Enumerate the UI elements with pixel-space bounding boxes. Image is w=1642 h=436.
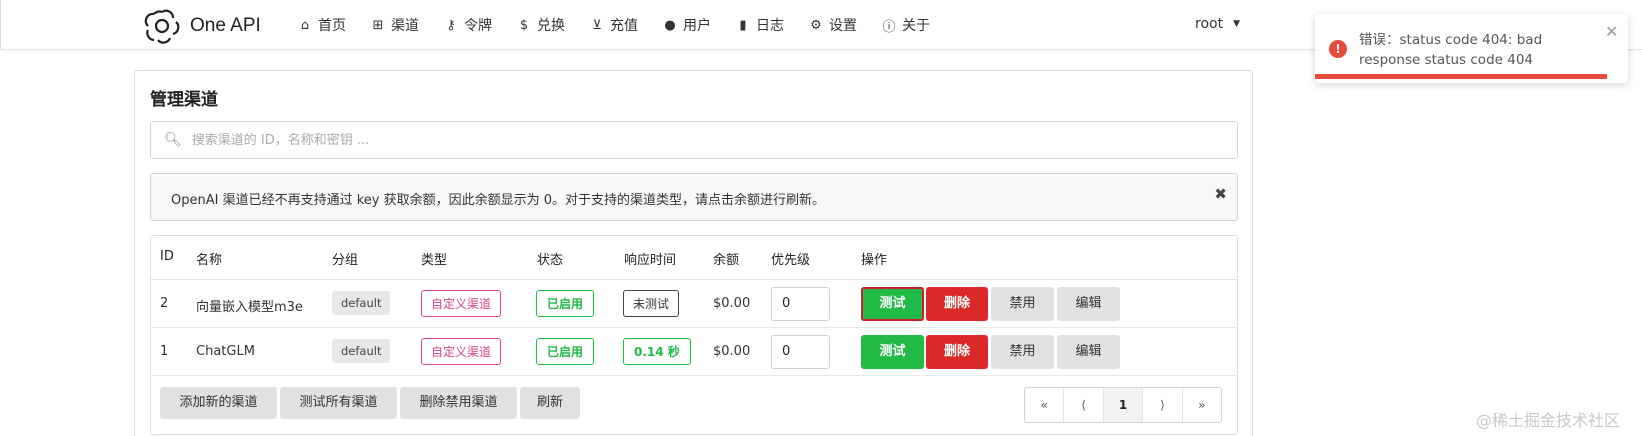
cart-icon: ⊻ [592,17,602,33]
edit-button[interactable]: 编辑 [1057,287,1120,321]
cell-balance[interactable]: $0.00 [713,296,750,311]
sitemap-icon: ⊞ [372,17,384,33]
group-label: default [332,339,391,363]
disable-button[interactable]: 禁用 [991,335,1054,369]
nav-label: 日志 [756,18,784,34]
app-name: One API [190,15,261,36]
user-icon: ● [664,17,676,33]
test-button[interactable]: 测试 [861,287,924,321]
column-header-priority[interactable]: 优先级 [771,249,810,268]
delete-button[interactable]: 删除 [926,287,988,321]
column-header-balance[interactable]: 余额 [713,249,739,268]
toast-progress-bar [1315,74,1607,79]
add-channel-button[interactable]: 添加新的渠道 [160,387,277,419]
column-header-status[interactable]: 状态 [537,249,563,268]
group-label: default [332,291,391,315]
test-button[interactable]: 测试 [861,335,924,369]
info-message: OpenAI 渠道已经不再支持通过 key 获取余额，因此余额显示为 0。对于支… [150,173,1238,221]
cell-name: 向量嵌入模型m3e [196,300,303,315]
error-toast: ! 错误：status code 404: bad response statu… [1315,14,1628,83]
channels-table: ID 名称 分组 类型 状态 响应时间 余额 优先级 操作 2 向量嵌入模型m3… [150,235,1238,435]
column-header-type[interactable]: 类型 [421,249,447,268]
first-page-button[interactable]: « [1025,388,1065,422]
notice-text: OpenAI 渠道已经不再支持通过 key 获取余额，因此余额显示为 0。对于支… [171,193,826,208]
nav-label: 充值 [610,18,638,34]
caret-down-icon: ▼ [1233,19,1240,29]
navbar-edge [0,0,1,50]
priority-input[interactable]: 0 [771,335,830,369]
book-icon: ▮ [739,17,747,33]
column-header-response[interactable]: 响应时间 [624,249,676,268]
toast-message: 错误：status code 404: bad response status … [1359,32,1543,68]
table-row: 2 向量嵌入模型m3e default 自定义渠道 已启用 未测试 $0.00 … [151,280,1237,328]
search-bar[interactable]: 🔍︎ [150,121,1238,159]
next-page-button[interactable]: ⟩ [1143,388,1183,422]
nav-label: 兑换 [537,18,565,34]
cell-balance[interactable]: $0.00 [713,344,750,359]
pagination: « ⟨ 1 ⟩ » [1024,387,1222,423]
key-icon: ⚷ [446,17,456,33]
status-badge: 已启用 [536,338,595,365]
close-icon[interactable]: ✕ [1605,22,1618,41]
cell-id: 1 [160,344,169,359]
cell-name: ChatGLM [196,344,255,359]
search-icon: 🔍︎ [164,132,182,148]
error-icon: ! [1329,40,1347,58]
watermark: @稀土掘金技术社区 [1476,411,1621,430]
nav-item-about[interactable]: ⓘ 关于 [882,15,930,35]
column-header-name[interactable]: 名称 [196,249,222,268]
delete-button[interactable]: 删除 [926,335,988,369]
nav-item-settings[interactable]: ⚙ 设置 [809,15,857,35]
status-badge: 已启用 [536,290,595,317]
close-icon[interactable]: ✖ [1214,185,1227,203]
priority-input[interactable]: 0 [771,287,830,321]
nav-label: 渠道 [391,18,419,34]
test-all-button[interactable]: 测试所有渠道 [280,387,397,419]
home-icon: ⌂ [300,17,310,33]
page-title: 管理渠道 [150,90,218,110]
column-header-actions: 操作 [861,253,888,268]
page-1-button[interactable]: 1 [1103,388,1144,422]
cell-id: 2 [160,296,169,311]
nav-label: 设置 [829,18,857,34]
nav-item-topup[interactable]: ⊻ 充值 [590,15,638,35]
table-header: ID 名称 分组 类型 状态 响应时间 余额 优先级 操作 [151,236,1237,280]
column-header-group[interactable]: 分组 [332,249,358,268]
nav-item-tokens[interactable]: ⚷ 令牌 [444,15,492,35]
nav-item-users[interactable]: ● 用户 [663,15,711,35]
user-menu[interactable]: root ▼ [1195,16,1240,32]
info-icon: ⓘ [882,19,896,35]
nav-label: 用户 [683,18,711,34]
search-input[interactable] [191,132,1092,148]
nav-label: 关于 [902,18,930,34]
nav-label: 令牌 [464,18,492,34]
table-row: 1 ChatGLM default 自定义渠道 已启用 0.14 秒 $0.00… [151,328,1237,376]
type-label: 自定义渠道 [421,290,502,317]
column-header-id[interactable]: ID [160,249,174,264]
username: root [1195,16,1224,32]
app-logo[interactable]: One API [144,8,261,44]
nav-item-home[interactable]: ⌂ 首页 [298,15,346,35]
main-nav: ⌂ 首页 ⊞ 渠道 ⚷ 令牌 $ 兑换 ⊻ 充值 ● 用户 ▮ 日志 ⚙ 设置 ⓘ 关于 [298,0,955,50]
response-time-badge[interactable]: 0.14 秒 [623,338,691,365]
nav-item-logs[interactable]: ▮ 日志 [736,15,784,35]
nav-item-channels[interactable]: ⊞ 渠道 [371,15,419,35]
edit-button[interactable]: 编辑 [1057,335,1120,369]
nav-item-redeem[interactable]: $ 兑换 [517,15,565,35]
type-label: 自定义渠道 [421,338,502,365]
gear-icon: ⚙ [810,17,822,33]
disable-button[interactable]: 禁用 [991,287,1054,321]
prev-page-button[interactable]: ⟨ [1064,388,1104,422]
channels-card: 管理渠道 🔍︎ OpenAI 渠道已经不再支持通过 key 获取余额，因此余额显… [134,70,1253,436]
refresh-button[interactable]: 刷新 [520,387,580,419]
nav-label: 首页 [318,18,346,34]
delete-disabled-button[interactable]: 删除禁用渠道 [400,387,517,419]
dollar-icon: $ [519,17,529,33]
openai-logo-icon [144,9,180,44]
last-page-button[interactable]: » [1183,388,1221,422]
response-time-badge[interactable]: 未测试 [623,290,680,317]
